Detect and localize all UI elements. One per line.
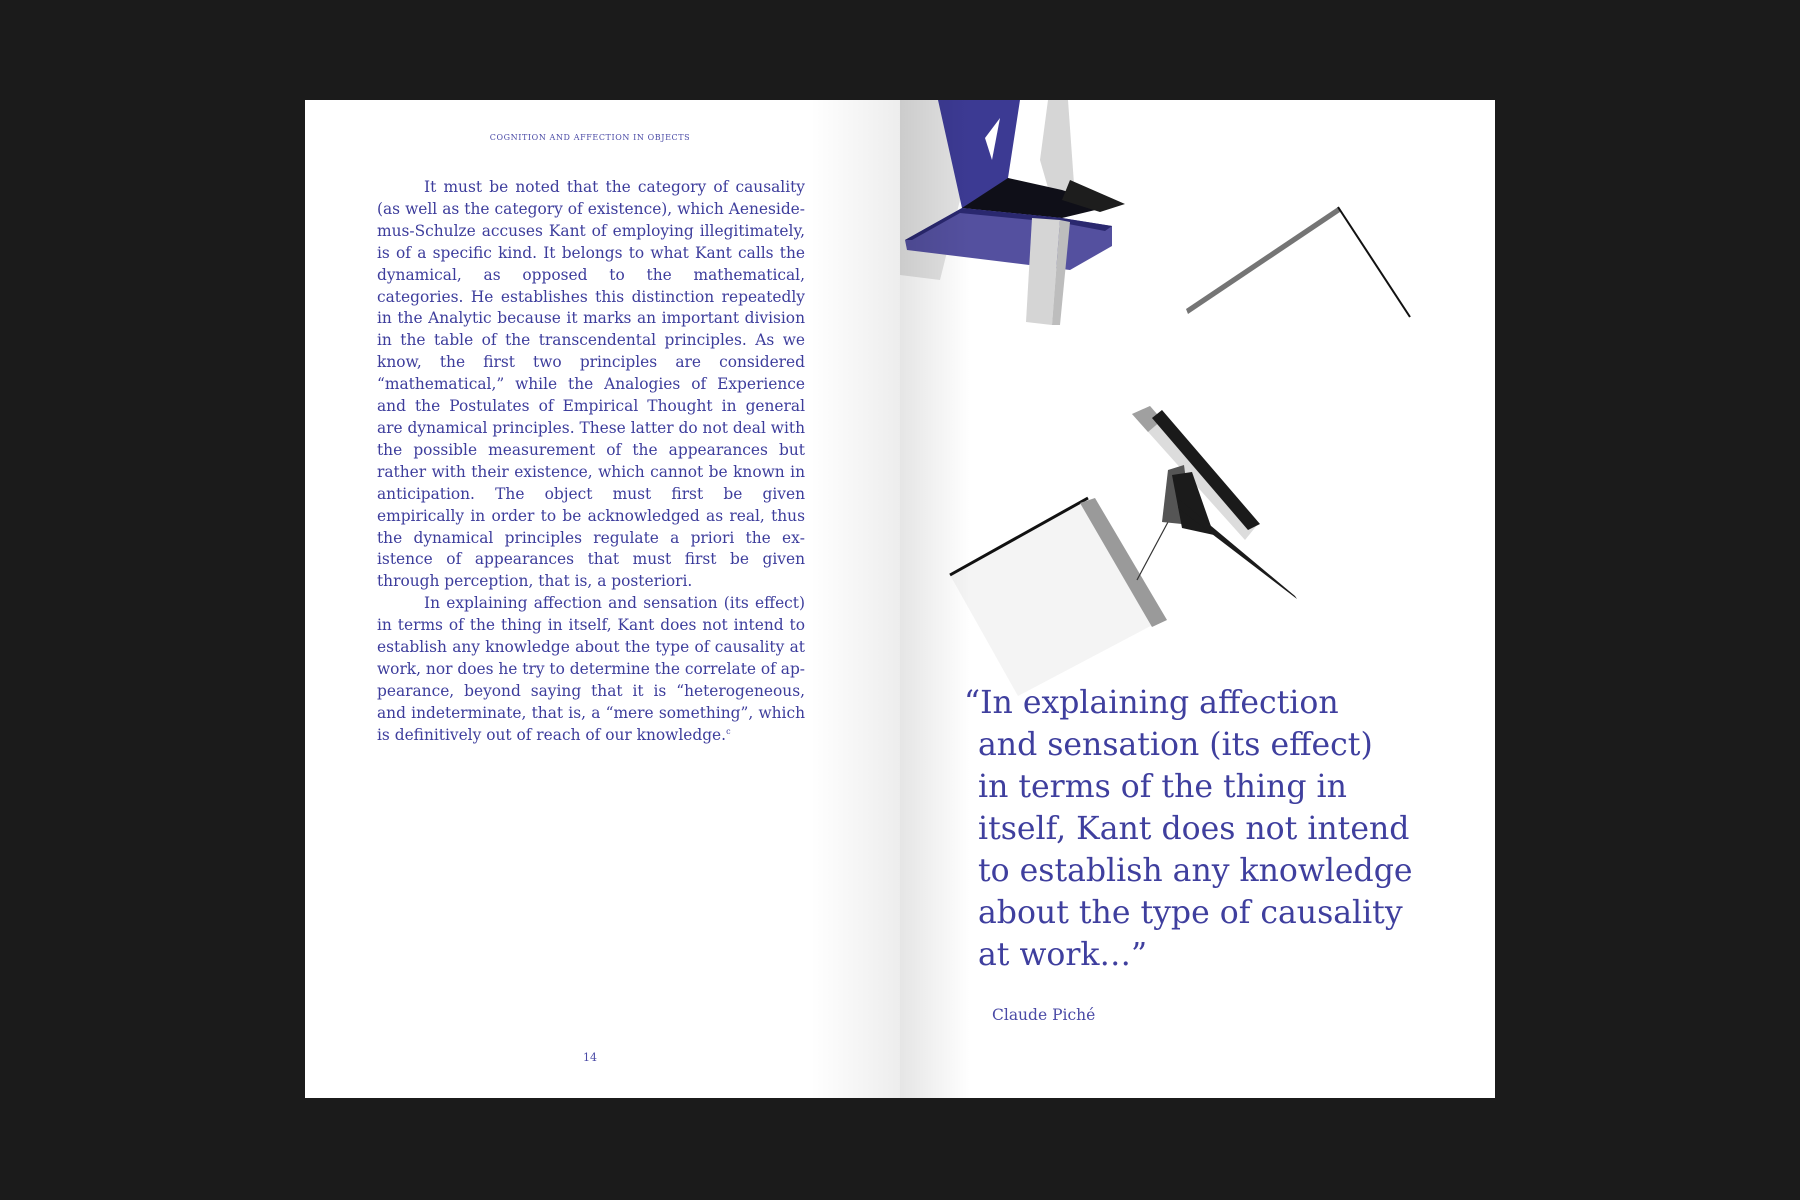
quote-line: and sensation (its effect) (978, 727, 1373, 763)
quote-line: to establish any knowledge (978, 853, 1413, 889)
paragraph-2-text: In explaining affection and sensation (i… (377, 594, 805, 744)
chevron-right-arm (1337, 206, 1411, 318)
chevron-left-arm (1186, 207, 1340, 314)
connector-line (1136, 521, 1169, 581)
footnote-marker: c (726, 726, 731, 736)
quote-line: at work…” (978, 937, 1148, 973)
running-head: Cognition and affection in objects (489, 133, 691, 142)
white-square (950, 498, 1162, 696)
book-spread: Cognition and affection in objects It mu… (305, 100, 1495, 1098)
right-page: “In explaining affection and sensation (… (900, 100, 1495, 1098)
quote-line: about the type of causality (978, 895, 1403, 931)
quote-line: in terms of the thing in (978, 769, 1347, 805)
body-text: It must be noted that the category of ca… (377, 177, 805, 747)
chevron-shape (1186, 206, 1411, 318)
grey-wall (900, 100, 970, 280)
quote-line: “In explaining affection (964, 685, 1339, 721)
page-number: 14 (583, 1051, 597, 1064)
quote-attribution: Claude Piché (992, 1006, 1096, 1024)
pull-quote: “In explaining affection and sensation (… (964, 682, 1458, 976)
paragraph-1: It must be noted that the category of ca… (377, 178, 805, 591)
left-page: Cognition and affection in objects It mu… (305, 100, 900, 1098)
middle-cluster (949, 406, 1297, 696)
top-sculpture (900, 100, 1125, 325)
paragraph-2: In explaining affection and sensation (i… (377, 593, 805, 746)
quote-line: itself, Kant does not intend (978, 811, 1410, 847)
